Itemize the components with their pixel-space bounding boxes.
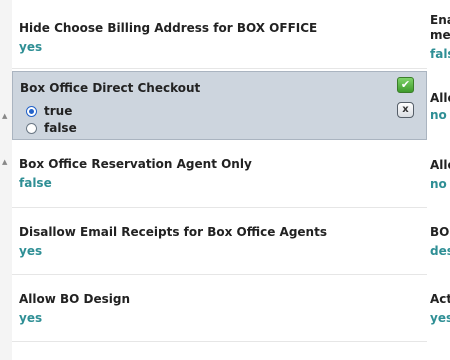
radio-label: true (44, 104, 73, 118)
right-setting-title: Ena (430, 13, 450, 27)
right-setting-title: Allo (430, 91, 450, 105)
save-button[interactable]: ✔ (397, 77, 414, 93)
radio-label: false (44, 121, 77, 135)
setting-row-reservation-agent[interactable]: Box Office Reservation Agent Only false (12, 140, 427, 208)
setting-title: Allow BO Design (19, 292, 131, 306)
cancel-button[interactable]: x (397, 102, 414, 118)
setting-title: Box Office Reservation Agent Only (19, 157, 252, 171)
setting-value: false (19, 176, 52, 190)
check-icon: ✔ (400, 78, 411, 91)
right-setting-value: no (430, 177, 447, 191)
right-setting-value: des (430, 244, 450, 258)
setting-title: Hide Choose Billing Address for BOX OFFI… (19, 21, 318, 35)
right-setting-title: Allo (430, 158, 450, 172)
right-setting-value: yes (430, 311, 450, 325)
setting-value: yes (19, 40, 43, 54)
triangle-up-icon[interactable]: ▲ (2, 159, 7, 166)
right-setting-title: me (430, 28, 450, 42)
setting-edit-panel-direct-checkout: Box Office Direct Checkout true false ✔ … (12, 71, 427, 140)
setting-value: yes (19, 244, 43, 258)
setting-title: Disallow Email Receipts for Box Office A… (19, 225, 327, 239)
radio-button[interactable] (26, 105, 37, 117)
radio-button[interactable] (26, 122, 37, 134)
triangle-up-icon[interactable]: ▲ (2, 113, 7, 120)
setting-row-disallow-email[interactable]: Disallow Email Receipts for Box Office A… (12, 208, 427, 275)
left-gutter: ▲ ▲ (0, 0, 12, 360)
right-setting-title: Act (430, 292, 450, 306)
setting-row-hide-billing[interactable]: Hide Choose Billing Address for BOX OFFI… (12, 0, 427, 69)
setting-title: Box Office Direct Checkout (20, 81, 201, 95)
setting-row-allow-bo-design[interactable]: Allow BO Design yes (12, 275, 427, 342)
right-setting-value: no (430, 108, 447, 122)
x-icon: x (402, 104, 409, 115)
radio-option-false[interactable]: false (26, 121, 77, 135)
setting-value: yes (19, 311, 43, 325)
right-setting-title: BO (430, 225, 450, 239)
right-setting-value: fals (430, 47, 450, 61)
radio-option-true[interactable]: true (26, 104, 72, 118)
